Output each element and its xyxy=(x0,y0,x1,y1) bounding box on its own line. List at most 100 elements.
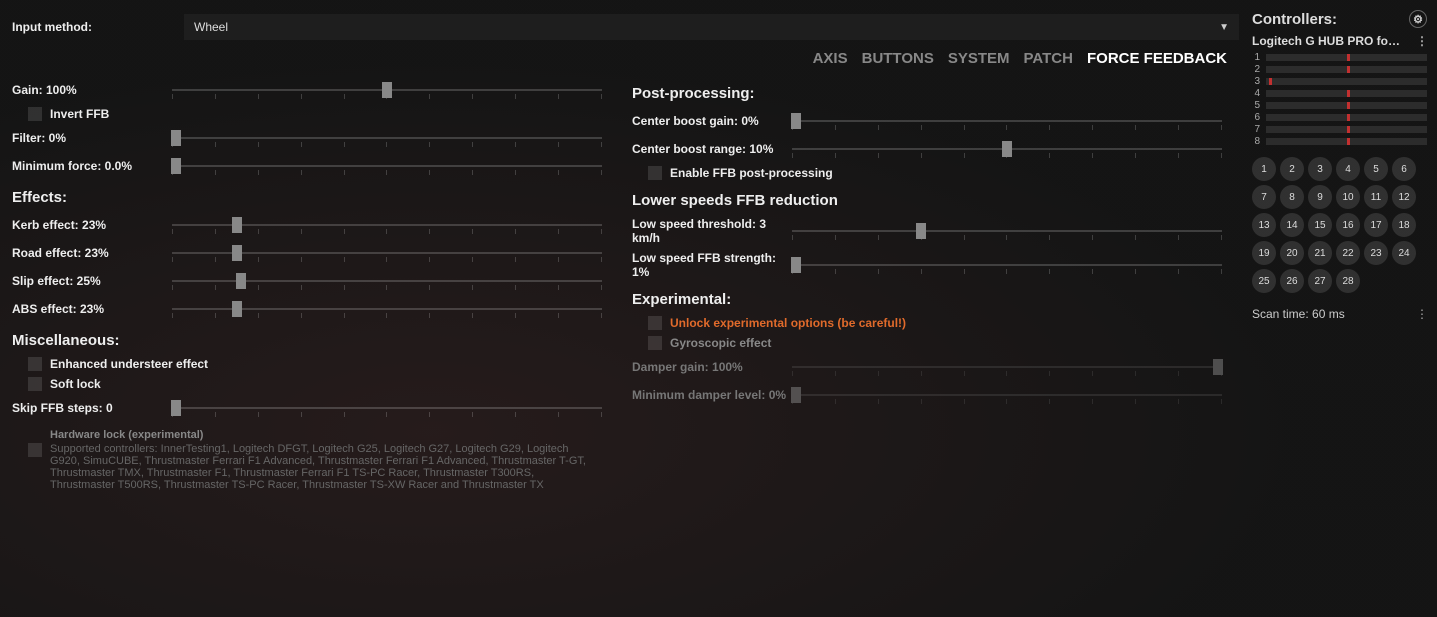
controller-button-indicator: 7 xyxy=(1252,185,1276,209)
gain-label: Gain: 100% xyxy=(12,83,172,97)
chevron-down-icon: ▼ xyxy=(1219,22,1229,33)
controller-button-indicator: 15 xyxy=(1308,213,1332,237)
center-boost-gain-slider[interactable] xyxy=(792,111,1222,131)
unlock-experimental-checkbox[interactable]: Unlock experimental options (be careful!… xyxy=(648,316,1222,330)
checkbox-icon xyxy=(648,166,662,180)
controller-button-indicator: 23 xyxy=(1364,241,1388,265)
axis-row: 3 xyxy=(1252,76,1427,87)
controller-button-indicator: 5 xyxy=(1364,157,1388,181)
skip-ffb-slider[interactable] xyxy=(172,398,602,418)
controller-button-indicator: 25 xyxy=(1252,269,1276,293)
checkbox-icon xyxy=(28,357,42,371)
more-icon[interactable]: ⋮ xyxy=(1416,34,1427,48)
center-boost-range-slider[interactable] xyxy=(792,139,1222,159)
kerb-label: Kerb effect: 23% xyxy=(12,218,172,232)
controller-button-indicator: 18 xyxy=(1392,213,1416,237)
controller-button-indicator: 8 xyxy=(1280,185,1304,209)
slip-slider[interactable] xyxy=(172,271,602,291)
controller-button-indicator: 3 xyxy=(1308,157,1332,181)
controller-button-indicator: 26 xyxy=(1280,269,1304,293)
more-icon[interactable]: ⋮ xyxy=(1416,307,1427,321)
tab-patch[interactable]: PATCH xyxy=(1024,50,1073,67)
gyroscopic-effect-checkbox: Gyroscopic effect xyxy=(648,336,1222,350)
controller-button-indicator: 12 xyxy=(1392,185,1416,209)
checkbox-icon xyxy=(648,336,662,350)
abs-label: ABS effect: 23% xyxy=(12,302,172,316)
axis-row: 7 xyxy=(1252,124,1427,135)
controller-button-indicator: 10 xyxy=(1336,185,1360,209)
controller-button-indicator: 27 xyxy=(1308,269,1332,293)
enable-post-processing-checkbox[interactable]: Enable FFB post-processing xyxy=(648,166,1222,180)
checkbox-icon xyxy=(648,316,662,330)
center-boost-gain-label: Center boost gain: 0% xyxy=(632,114,792,128)
tab-force-feedback[interactable]: FORCE FEEDBACK xyxy=(1087,50,1227,67)
misc-heading: Miscellaneous: xyxy=(12,332,602,349)
skip-ffb-label: Skip FFB steps: 0 xyxy=(12,401,172,415)
axis-row: 6 xyxy=(1252,112,1427,123)
center-boost-range-label: Center boost range: 10% xyxy=(632,142,792,156)
input-method-label: Input method: xyxy=(12,20,172,34)
controller-button-indicator: 19 xyxy=(1252,241,1276,265)
min-damper-label: Minimum damper level: 0% xyxy=(632,388,792,402)
controller-button-indicator: 11 xyxy=(1364,185,1388,209)
experimental-heading: Experimental: xyxy=(632,291,1222,308)
tab-buttons[interactable]: BUTTONS xyxy=(862,50,934,67)
damper-gain-slider xyxy=(792,357,1222,377)
low-speed-strength-label: Low speed FFB strength: 1% xyxy=(632,251,792,279)
controller-button-indicator: 14 xyxy=(1280,213,1304,237)
min-force-label: Minimum force: 0.0% xyxy=(12,159,172,173)
effects-heading: Effects: xyxy=(12,189,602,206)
controller-button-indicator: 20 xyxy=(1280,241,1304,265)
axis-row: 8 xyxy=(1252,136,1427,147)
scan-time-label: Scan time: 60 ms xyxy=(1252,307,1345,321)
axis-row: 2 xyxy=(1252,64,1427,75)
hardware-lock-checkbox[interactable]: Hardware lock (experimental) Supported c… xyxy=(28,429,598,491)
damper-gain-label: Damper gain: 100% xyxy=(632,360,792,374)
min-force-slider[interactable] xyxy=(172,156,602,176)
slip-label: Slip effect: 25% xyxy=(12,274,172,288)
controller-button-indicator: 1 xyxy=(1252,157,1276,181)
low-speed-threshold-label: Low speed threshold: 3 km/h xyxy=(632,217,792,245)
gear-icon[interactable]: ⚙ xyxy=(1409,10,1427,28)
controller-button-indicator: 13 xyxy=(1252,213,1276,237)
road-label: Road effect: 23% xyxy=(12,246,172,260)
checkbox-icon xyxy=(28,443,42,457)
controller-button-indicator: 2 xyxy=(1280,157,1304,181)
input-method-dropdown[interactable]: Wheel ▼ xyxy=(184,14,1239,40)
input-method-value: Wheel xyxy=(194,20,228,34)
controller-item[interactable]: Logitech G HUB PRO for Play... ⋮ xyxy=(1252,34,1427,48)
invert-ffb-checkbox[interactable]: Invert FFB xyxy=(28,107,602,121)
soft-lock-checkbox[interactable]: Soft lock xyxy=(28,377,602,391)
axis-row: 4 xyxy=(1252,88,1427,99)
filter-label: Filter: 0% xyxy=(12,131,172,145)
checkbox-icon xyxy=(28,377,42,391)
controller-button-indicator: 6 xyxy=(1392,157,1416,181)
controller-button-indicator: 24 xyxy=(1392,241,1416,265)
axis-row: 5 xyxy=(1252,100,1427,111)
hardware-lock-title: Hardware lock (experimental) xyxy=(50,429,598,441)
controller-button-indicator: 28 xyxy=(1336,269,1360,293)
axis-row: 1 xyxy=(1252,52,1427,63)
abs-slider[interactable] xyxy=(172,299,602,319)
post-processing-heading: Post-processing: xyxy=(632,85,1222,102)
checkbox-icon xyxy=(28,107,42,121)
kerb-slider[interactable] xyxy=(172,215,602,235)
lower-speeds-heading: Lower speeds FFB reduction xyxy=(632,192,1222,209)
controller-button-indicator: 16 xyxy=(1336,213,1360,237)
controller-button-indicator: 17 xyxy=(1364,213,1388,237)
controllers-heading: Controllers: xyxy=(1252,11,1337,28)
hardware-lock-body: Supported controllers: InnerTesting1, Lo… xyxy=(50,443,598,491)
understeer-checkbox[interactable]: Enhanced understeer effect xyxy=(28,357,602,371)
gain-slider[interactable] xyxy=(172,80,602,100)
low-speed-strength-slider[interactable] xyxy=(792,255,1222,275)
low-speed-threshold-slider[interactable] xyxy=(792,221,1222,241)
controller-button-indicator: 21 xyxy=(1308,241,1332,265)
controller-button-indicator: 4 xyxy=(1336,157,1360,181)
controller-button-indicator: 9 xyxy=(1308,185,1332,209)
road-slider[interactable] xyxy=(172,243,602,263)
controller-button-indicator: 22 xyxy=(1336,241,1360,265)
filter-slider[interactable] xyxy=(172,128,602,148)
tab-system[interactable]: SYSTEM xyxy=(948,50,1010,67)
tab-axis[interactable]: AXIS xyxy=(813,50,848,67)
controllers-sidebar: Controllers: ⚙ Logitech G HUB PRO for Pl… xyxy=(1252,10,1427,321)
